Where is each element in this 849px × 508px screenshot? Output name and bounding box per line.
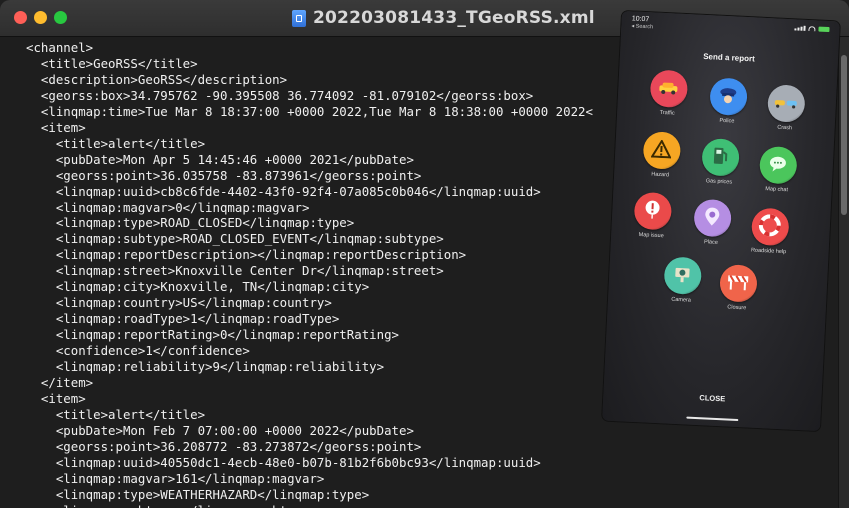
maximize-window-button[interactable] [54,11,67,24]
code-line: <pubDate>Mon Apr 5 14:45:46 +0000 2021</… [26,151,414,167]
code-line: <linqmap:uuid>cb8c6fde-4402-43f0-92f4-07… [26,183,541,199]
report-traffic[interactable]: Traffic [637,69,699,118]
police-icon[interactable] [708,77,748,117]
crash-icon[interactable] [766,84,806,123]
report-label: Place [703,239,718,246]
report-label: Roadside help [750,247,787,256]
xml-file-icon [292,9,306,27]
sheet-title: Send a report [703,51,755,64]
code-line: <linqmap:city>Knoxville, TN</linqmap:cit… [26,279,370,295]
place-icon-glyph [703,206,722,231]
report-label: Camera [671,296,692,304]
code-line: <linqmap:magvar>0</linqmap:magvar> [26,199,310,215]
code-line: <linqmap:magvar>161</linqmap:magvar> [26,470,325,486]
hazard-icon[interactable] [641,131,681,170]
code-line: <linqmap:roadType>1</linqmap:roadType> [26,311,340,327]
code-line: <georss:point>36.208772 -83.273872</geor… [26,438,422,454]
code-line: </item> [26,374,94,390]
phone-screenshot-overlay: 10:07 ◂ Search Send a report Traffic Poli… [602,10,840,432]
scrollbar-thumb[interactable] [841,55,847,215]
hazard-icon-glyph [650,138,672,162]
code-line: <item> [26,119,86,135]
report-police[interactable]: Police [697,77,759,126]
report-label: Gas prices [705,178,733,186]
code-line: <linqmap:street>Knoxville Center Dr</lin… [26,263,444,279]
report-label: Closure [727,304,747,312]
police-icon-glyph [718,85,739,108]
code-line: <linqmap:type>WEATHERHAZARD</linqmap:typ… [26,486,370,502]
place-icon[interactable] [692,198,732,238]
code-line: <linqmap:reliability>9</linqmap:reliabil… [26,359,385,374]
window-title: 202203081433_TGeoRSS.xml [313,8,595,28]
report-place[interactable]: Place [681,198,743,247]
status-time: 10:07 [631,15,650,24]
map-issue-icon-glyph [643,199,662,224]
report-camera[interactable]: Camera [651,256,713,305]
code-line: <channel> [26,40,94,55]
code-line: <description>GeoRSS</description> [26,71,288,87]
closure-icon[interactable] [718,264,758,303]
battery-icon [818,26,830,33]
code-line: <georss:box>34.795762 -90.395508 36.7740… [26,87,534,103]
gas-pump-icon-glyph [711,145,730,170]
status-back-link[interactable]: ◂ Search [631,23,653,30]
report-closure[interactable]: Closure [707,263,769,312]
camera-icon[interactable] [662,256,702,296]
camera-icon-glyph [672,264,693,287]
report-crash[interactable]: Crash [755,84,817,133]
code-line: <linqmap:time>Tue Mar 8 18:37:00 +0000 2… [26,103,593,119]
wifi-icon [808,26,816,32]
map-issue-icon[interactable] [633,191,672,231]
report-label: Map issue [638,231,664,240]
traffic-car-icon[interactable] [649,69,688,109]
code-line: <title>alert</title> [26,135,206,151]
report-map-chat[interactable]: Map chat [746,145,808,194]
status-indicators [794,25,830,33]
chat-bubble-icon-glyph [767,154,788,177]
report-gas-prices[interactable]: Gas prices [689,137,751,186]
code-line: <linqmap:reportRating>0</linqmap:reportR… [26,327,399,343]
closure-icon-glyph [726,272,749,295]
lifebuoy-icon-glyph [758,213,781,240]
signal-icon [794,25,806,31]
code-line: <confidence>1</confidence> [26,343,250,359]
report-map-issue[interactable]: Map issue [621,191,683,240]
crash-icon-glyph [773,93,798,113]
code-line: <linqmap:subtype>ROAD_CLOSED_EVENT</linq… [26,231,444,247]
window-title-group: 202203081433_TGeoRSS.xml [292,7,595,29]
code-line: <title>alert</title> [26,406,206,422]
code-line: <linqmap:reportDescription></linqmap:rep… [26,247,467,263]
close-button[interactable]: CLOSE [603,388,821,408]
code-line: <title>GeoRSS</title> [26,55,198,71]
code-line: <linqmap:country>US</linqmap:country> [26,295,332,311]
code-line: <pubDate>Mon Feb 7 07:00:00 +0000 2022</… [26,422,414,438]
close-window-button[interactable] [14,11,27,24]
code-line: <linqmap:type>ROAD_CLOSED</linqmap:type> [26,215,355,231]
report-label: Hazard [651,171,670,179]
home-indicator [686,416,739,422]
vertical-scrollbar[interactable] [838,37,849,508]
report-label: Crash [777,124,793,132]
report-label: Map chat [765,186,789,194]
report-label: Police [719,117,735,125]
gas-pump-icon[interactable] [700,137,740,177]
minimize-window-button[interactable] [34,11,47,24]
code-line: <linqmap:uuid>40550dc1-4ecb-48e0-b07b-81… [26,454,541,470]
report-hazard[interactable]: Hazard [630,131,692,180]
report-label: Traffic [659,109,675,117]
chat-bubble-icon[interactable] [758,145,798,185]
report-roadside-help[interactable]: Roadside help [738,207,800,256]
lifebuoy-icon[interactable] [750,207,790,247]
code-line: <georss:point>36.035758 -83.873961</geor… [26,167,422,183]
code-line: <item> [26,390,86,406]
traffic-car-icon-glyph [658,79,679,99]
code-line: <linqmap:subtype></linqmap:subtype> [26,502,317,508]
